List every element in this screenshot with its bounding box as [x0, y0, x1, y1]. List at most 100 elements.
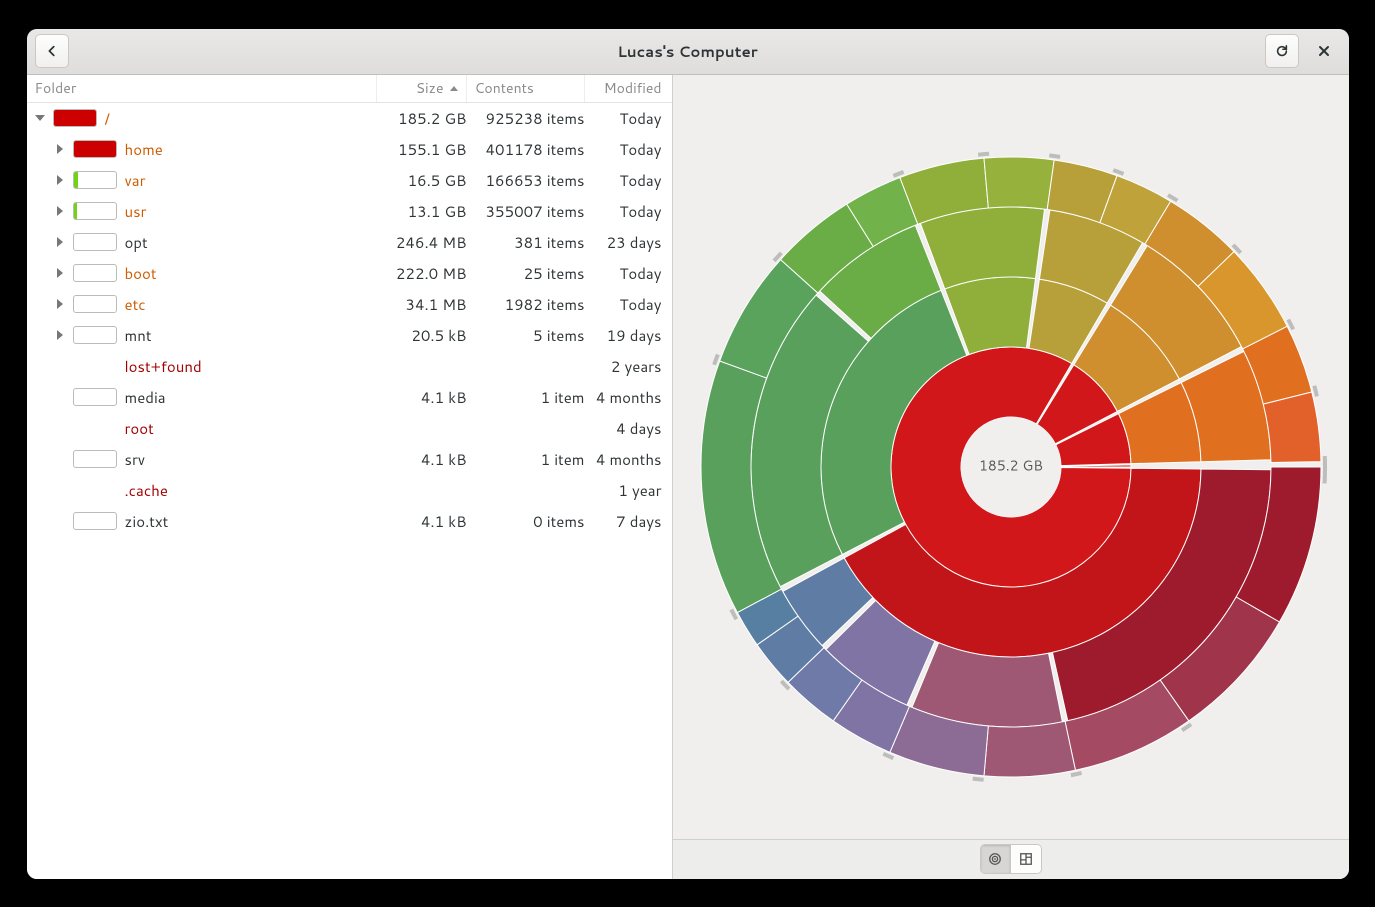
size-swatch [73, 202, 117, 220]
cell-contents: 0 items [467, 511, 585, 532]
column-header-modified[interactable]: Modified [585, 75, 672, 102]
cell-folder: .cache [27, 480, 377, 501]
folder-name: var [125, 170, 146, 191]
column-header-contents[interactable]: Contents [467, 75, 585, 102]
cell-folder: home [27, 139, 377, 160]
expander[interactable] [33, 111, 47, 125]
expander-closed-icon [57, 268, 63, 278]
cell-modified: 23 days [585, 232, 662, 253]
tree-row[interactable]: srv4.1 kB1 item4 months [27, 444, 672, 475]
cell-modified: 4 months [585, 387, 662, 408]
cell-modified: Today [585, 170, 662, 191]
sunburst-icon [988, 852, 1002, 866]
folder-name: / [105, 108, 110, 129]
expander[interactable] [53, 235, 67, 249]
cell-modified: Today [585, 263, 662, 284]
expander[interactable] [53, 297, 67, 311]
tree-row[interactable]: zio.txt4.1 kB0 items7 days [27, 506, 672, 537]
cell-folder: root [27, 418, 377, 439]
cell-folder: media [27, 387, 377, 408]
tree-row[interactable]: opt246.4 MB381 items23 days [27, 227, 672, 258]
expander[interactable] [53, 266, 67, 280]
tree-header: Folder Size Contents Modified [27, 75, 672, 103]
cell-modified: Today [585, 108, 662, 129]
folder-name: zio.txt [125, 511, 169, 532]
cell-size: 13.1 GB [377, 201, 467, 222]
cell-size: 155.1 GB [377, 139, 467, 160]
tree-row[interactable]: boot222.0 MB25 itemsToday [27, 258, 672, 289]
cell-folder: zio.txt [27, 511, 377, 532]
cell-size: 20.5 kB [377, 325, 467, 346]
cell-contents: 401178 items [467, 139, 585, 160]
back-button[interactable] [35, 34, 69, 68]
close-icon [1318, 45, 1330, 57]
cell-size: 246.4 MB [377, 232, 467, 253]
size-swatch [73, 295, 117, 313]
chevron-left-icon [45, 44, 59, 58]
rescan-button[interactable] [1265, 34, 1299, 68]
cell-modified: 4 days [585, 418, 662, 439]
folder-name: srv [125, 449, 146, 470]
size-swatch [73, 264, 117, 282]
cell-size: 34.1 MB [377, 294, 467, 315]
tree-row[interactable]: /185.2 GB925238 itemsToday [27, 103, 672, 134]
tree-row[interactable]: lost+found2 years [27, 351, 672, 382]
window-title: Lucas's Computer [27, 41, 1349, 62]
close-button[interactable] [1307, 34, 1341, 68]
cell-modified: 4 months [585, 449, 662, 470]
rings-view-button[interactable] [981, 845, 1011, 873]
expander-open-icon [35, 115, 45, 121]
folder-name: mnt [125, 325, 152, 346]
cell-contents: 1 item [467, 449, 585, 470]
expander-closed-icon [57, 175, 63, 185]
sunburst-chart[interactable]: 185.2 GB [673, 75, 1349, 839]
cell-folder: srv [27, 449, 377, 470]
folder-name: lost+found [125, 356, 202, 377]
cell-folder: boot [27, 263, 377, 284]
chart-center-label: 185.2 GB [979, 455, 1043, 475]
cell-modified: Today [585, 139, 662, 160]
expander[interactable] [53, 204, 67, 218]
folder-tree[interactable]: /185.2 GB925238 itemsTodayhome155.1 GB40… [27, 103, 672, 879]
expander[interactable] [53, 173, 67, 187]
folder-name: media [125, 387, 166, 408]
column-header-folder[interactable]: Folder [27, 75, 377, 102]
expander[interactable] [53, 142, 67, 156]
tree-row[interactable]: media 4.1 kB1 item4 months [27, 382, 672, 413]
content-area: Folder Size Contents Modified /185.2 GB9… [27, 75, 1349, 879]
expander[interactable] [53, 328, 67, 342]
cell-contents: 166653 items [467, 170, 585, 191]
folder-name: etc [125, 294, 146, 315]
column-header-size[interactable]: Size [377, 75, 467, 102]
size-swatch [73, 388, 117, 406]
sort-ascending-icon [450, 86, 458, 91]
treemap-view-button[interactable] [1011, 845, 1041, 873]
cell-modified: 1 year [585, 480, 662, 501]
cell-modified: 7 days [585, 511, 662, 532]
size-swatch [73, 512, 117, 530]
cell-modified: 19 days [585, 325, 662, 346]
folder-name: .cache [125, 480, 168, 501]
tree-row[interactable]: .cache 1 year [27, 475, 672, 506]
tree-row[interactable]: etc34.1 MB1982 itemsToday [27, 289, 672, 320]
cell-size: 16.5 GB [377, 170, 467, 191]
chart-mode-switcher [980, 844, 1042, 874]
app-window: Lucas's Computer Folder Size Contents Mo… [27, 29, 1349, 879]
expander-closed-icon [57, 330, 63, 340]
cell-contents: 1 item [467, 387, 585, 408]
headerbar: Lucas's Computer [27, 29, 1349, 75]
size-swatch [73, 233, 117, 251]
cell-contents: 25 items [467, 263, 585, 284]
cell-folder: usr [27, 201, 377, 222]
folder-name: opt [125, 232, 148, 253]
tree-row[interactable]: root 4 days [27, 413, 672, 444]
expander-closed-icon [57, 144, 63, 154]
cell-folder: etc [27, 294, 377, 315]
tree-row[interactable]: home155.1 GB401178 itemsToday [27, 134, 672, 165]
tree-row[interactable]: mnt 20.5 kB5 items19 days [27, 320, 672, 351]
tree-row[interactable]: usr13.1 GB355007 itemsToday [27, 196, 672, 227]
cell-contents: 5 items [467, 325, 585, 346]
cell-size: 4.1 kB [377, 387, 467, 408]
tree-row[interactable]: var 16.5 GB166653 itemsToday [27, 165, 672, 196]
cell-contents: 925238 items [467, 108, 585, 129]
